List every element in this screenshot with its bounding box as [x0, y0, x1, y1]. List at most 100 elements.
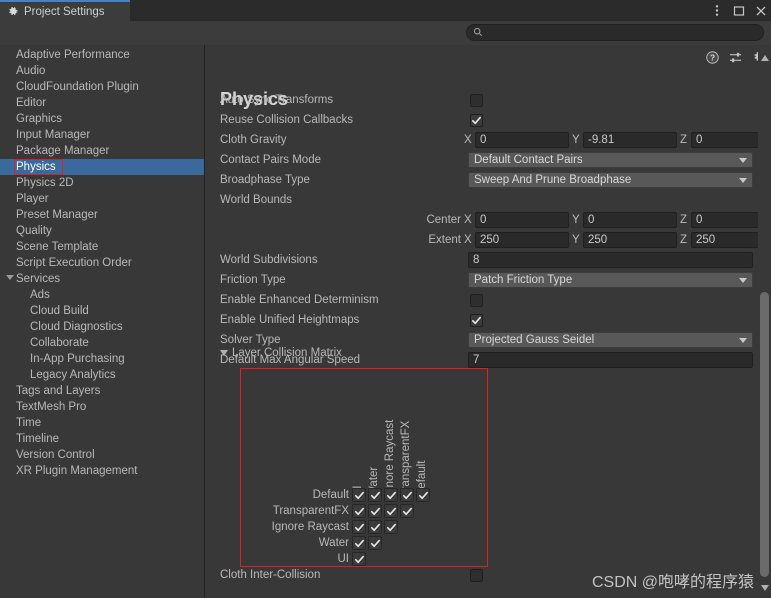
scrollbar-thumb[interactable]: [760, 292, 769, 577]
field-center-x[interactable]: 0: [475, 212, 569, 228]
matrix-checkbox[interactable]: [368, 536, 382, 550]
sidebar-item-label: Version Control: [16, 449, 95, 461]
sidebar-item-version-control[interactable]: Version Control: [0, 447, 204, 463]
row-label: World Bounds: [220, 194, 293, 206]
matrix-checkbox[interactable]: [400, 488, 414, 502]
sidebar-item-label: Player: [16, 193, 49, 205]
matrix-checkbox[interactable]: [368, 488, 382, 502]
sidebar-item-cloudfoundation-plugin[interactable]: CloudFoundation Plugin: [0, 79, 204, 95]
dropdown-value: Patch Friction Type: [474, 274, 573, 286]
sidebar-item-script-execution-order[interactable]: Script Execution Order: [0, 255, 204, 271]
field-cloth-gravity-y[interactable]: -9.81: [583, 132, 677, 148]
chevron-down-icon[interactable]: [6, 275, 14, 280]
matrix-checkbox[interactable]: [368, 504, 382, 518]
sidebar-item-cloud-build[interactable]: Cloud Build: [0, 303, 204, 319]
svg-text:?: ?: [709, 52, 714, 62]
dropdown-broadphase-type[interactable]: Sweep And Prune Broadphase: [468, 172, 753, 188]
sidebar-item-label: TextMesh Pro: [16, 401, 87, 413]
sidebar-item-label: Time: [16, 417, 42, 429]
chevron-down-icon: [739, 337, 747, 343]
preset-icon[interactable]: [728, 50, 742, 64]
matrix-row-label: UI: [337, 553, 350, 565]
tab-project-settings[interactable]: Project Settings: [0, 0, 130, 21]
sidebar-item-time[interactable]: Time: [0, 415, 204, 431]
sidebar-item-adaptive-performance[interactable]: Adaptive Performance: [0, 47, 204, 63]
field-default-max-angular-speed[interactable]: 7: [468, 352, 753, 368]
field-extent-x[interactable]: 250: [475, 232, 569, 248]
row-label: Auto Sync Transforms: [220, 94, 334, 106]
sidebar-item-quality[interactable]: Quality: [0, 223, 204, 239]
dropdown-solver-type[interactable]: Projected Gauss Seidel: [468, 332, 753, 348]
sidebar-item-input-manager[interactable]: Input Manager: [0, 127, 204, 143]
matrix-checkbox[interactable]: [400, 504, 414, 518]
help-icon[interactable]: ?: [705, 50, 719, 64]
sidebar-item-cloud-diagnostics[interactable]: Cloud Diagnostics: [0, 319, 204, 335]
matrix-checkbox[interactable]: [352, 536, 366, 550]
project-settings-window: Project Settings Adaptive Performance Au…: [0, 0, 771, 598]
triangle-up-icon[interactable]: [761, 55, 769, 61]
sidebar-item-editor[interactable]: Editor: [0, 95, 204, 111]
layer-collision-matrix-foldout[interactable]: Layer Collision Matrix: [220, 347, 342, 359]
sidebar-item-legacy-analytics[interactable]: Legacy Analytics: [0, 367, 204, 383]
maximize-icon[interactable]: [732, 4, 745, 17]
matrix-checkbox[interactable]: [384, 488, 398, 502]
sidebar-list: Adaptive Performance Audio CloudFoundation…: [0, 45, 204, 479]
row-label: Broadphase Type: [220, 174, 310, 186]
sidebar-item-collaborate[interactable]: Collaborate: [0, 335, 204, 351]
matrix-checkbox[interactable]: [352, 552, 366, 566]
sidebar-item-package-manager[interactable]: Package Manager: [0, 143, 204, 159]
close-icon[interactable]: [754, 4, 767, 17]
sidebar-item-tags-and-layers[interactable]: Tags and Layers: [0, 383, 204, 399]
sidebar-item-label: Services: [16, 273, 61, 285]
checkbox-enable-enhanced-determinism[interactable]: [470, 293, 483, 307]
sidebar-item-label: XR Plugin Management: [16, 465, 138, 477]
row-enable-enhanced-determinism: Enable Enhanced Determinism: [206, 290, 755, 310]
sidebar-item-graphics[interactable]: Graphics: [0, 111, 204, 127]
matrix-checkbox[interactable]: [352, 504, 366, 518]
vector3-input-group: X0Y0Z0: [464, 212, 771, 228]
cloth-inter-collision-checkbox[interactable]: [470, 568, 483, 582]
sidebar-item-textmesh-pro[interactable]: TextMesh Pro: [0, 399, 204, 415]
field-center-y[interactable]: 0: [583, 212, 677, 228]
sidebar-item-timeline[interactable]: Timeline: [0, 431, 204, 447]
search-input[interactable]: [487, 26, 737, 39]
row-reuse-collision-callbacks: Reuse Collision Callbacks: [206, 110, 755, 130]
row-friction-type: Friction Type Patch Friction Type: [206, 270, 755, 290]
search-box[interactable]: [466, 24, 764, 41]
field-cloth-gravity-x[interactable]: 0: [475, 132, 569, 148]
checkbox-reuse-collision-callbacks[interactable]: [470, 113, 483, 127]
menu-kebab-icon[interactable]: [710, 4, 723, 17]
dropdown-friction-type[interactable]: Patch Friction Type: [468, 272, 753, 288]
dropdown-contact-pairs-mode[interactable]: Default Contact Pairs: [468, 152, 753, 168]
row-label: Enable Unified Heightmaps: [220, 314, 360, 326]
checkbox-auto-sync-transforms[interactable]: [470, 93, 483, 107]
triangle-down-icon[interactable]: [761, 585, 769, 591]
matrix-checkbox[interactable]: [416, 488, 430, 502]
vertical-scrollbar[interactable]: [758, 45, 771, 598]
sidebar-item-scene-template[interactable]: Scene Template: [0, 239, 204, 255]
sidebar-item-in-app-purchasing[interactable]: In-App Purchasing: [0, 351, 204, 367]
matrix-checkbox[interactable]: [384, 504, 398, 518]
field-world-subdivisions[interactable]: 8: [468, 252, 753, 268]
field-extent-y[interactable]: 250: [583, 232, 677, 248]
checkbox-enable-unified-heightmaps[interactable]: [470, 313, 483, 327]
sidebar-item-player[interactable]: Player: [0, 191, 204, 207]
matrix-checkbox[interactable]: [384, 520, 398, 534]
matrix-checkbox[interactable]: [352, 488, 366, 502]
sidebar-item-physics-2d[interactable]: Physics 2D: [0, 175, 204, 191]
sidebar-item-audio[interactable]: Audio: [0, 63, 204, 79]
sidebar-item-services[interactable]: Services: [0, 271, 204, 287]
matrix-column-label: Ignore Raycast: [384, 419, 396, 497]
settings-sidebar[interactable]: Adaptive Performance Audio CloudFoundation…: [0, 45, 205, 598]
sidebar-item-label: Script Execution Order: [16, 257, 132, 269]
chevron-down-icon: [739, 177, 747, 183]
sidebar-item-xr-plugin-management[interactable]: XR Plugin Management: [0, 463, 204, 479]
window-tab-bar: Project Settings: [0, 0, 771, 21]
axis-label-x: X: [464, 134, 472, 146]
matrix-checkbox[interactable]: [368, 520, 382, 534]
row-center: Center X 0 Y 0 Z 0: [206, 210, 771, 230]
axis-label-y: Y: [572, 214, 580, 226]
sidebar-item-ads[interactable]: Ads: [0, 287, 204, 303]
matrix-checkbox[interactable]: [352, 520, 366, 534]
sidebar-item-preset-manager[interactable]: Preset Manager: [0, 207, 204, 223]
